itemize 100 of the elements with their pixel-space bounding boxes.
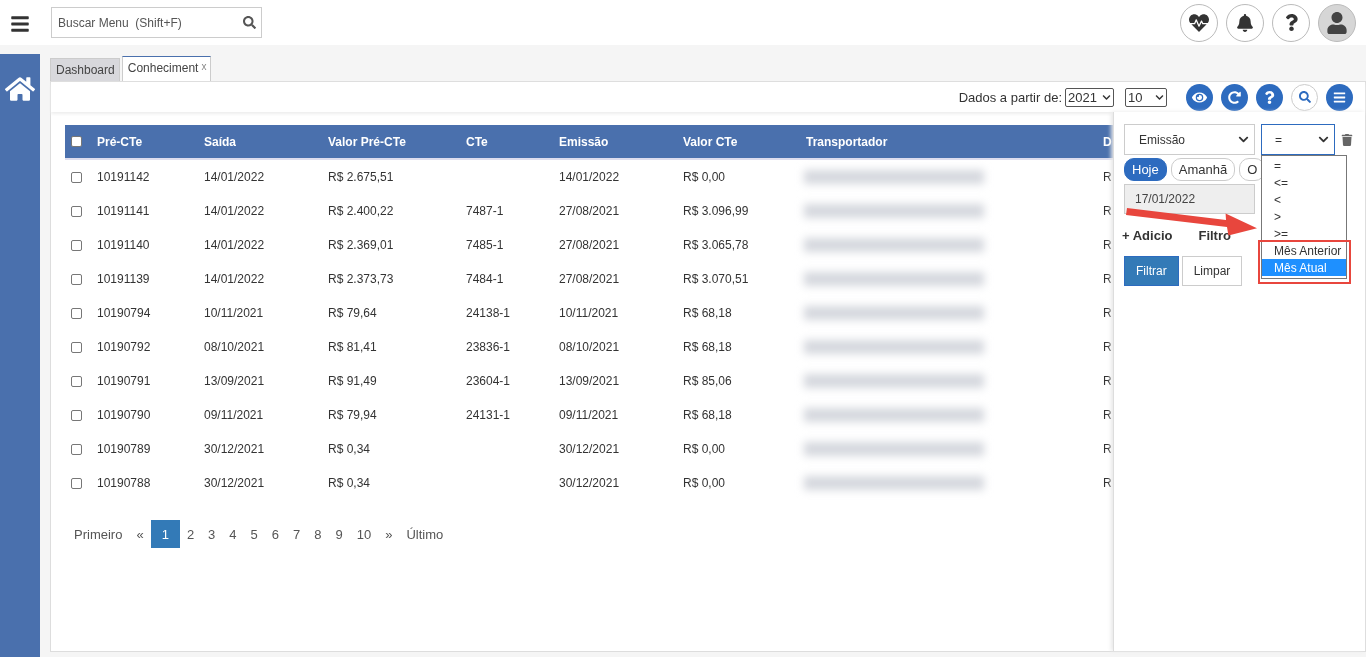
table-cell: R xyxy=(1103,272,1113,286)
table-cell-text: 13/09/2021 xyxy=(204,374,266,388)
row-checkbox[interactable] xyxy=(71,239,82,251)
table-cell-text: 10190792 xyxy=(97,340,152,354)
table-cell-text: 27/08/2021 xyxy=(559,272,621,286)
page-link[interactable]: 7 xyxy=(286,520,308,548)
chevron-down-icon xyxy=(1102,92,1111,102)
date-chip[interactable]: Amanhã xyxy=(1170,158,1236,181)
heartbeat-icon[interactable] xyxy=(1180,3,1218,42)
menu-icon[interactable] xyxy=(10,13,30,32)
home-icon[interactable] xyxy=(5,74,35,104)
row-checkbox[interactable] xyxy=(71,375,82,387)
clear-button[interactable]: Limpar xyxy=(1181,256,1243,286)
column-header: Saída xyxy=(204,134,237,149)
refresh-icon[interactable] xyxy=(1221,83,1248,111)
page-link[interactable]: 9 xyxy=(328,520,350,548)
row-checkbox[interactable] xyxy=(71,409,82,421)
chevron-down-icon xyxy=(1318,134,1329,145)
table-cell-text: R$ 2.400,22 xyxy=(328,204,395,218)
table-cell: R xyxy=(1103,374,1113,388)
table-cell-text: 14/01/2022 xyxy=(559,170,621,184)
table-cell-text: 09/11/2021 xyxy=(559,408,620,422)
table-cell-text: R$ 3.096,99 xyxy=(683,204,750,218)
table-cell: R xyxy=(1103,204,1113,218)
row-checkbox[interactable] xyxy=(71,477,82,489)
table-cell-text: R$ 0,00 xyxy=(683,476,727,490)
tab[interactable]: Dashboard xyxy=(50,58,120,81)
table-cell-text: 14/01/2022 xyxy=(204,170,266,184)
table-cell-text: 10/11/2021 xyxy=(559,306,620,320)
row-checkbox[interactable] xyxy=(71,273,82,285)
table-cell-text: 13/09/2021 xyxy=(559,374,621,388)
table-cell-text: 10190788 xyxy=(97,476,152,490)
table-cell-text: R$ 0,34 xyxy=(328,476,372,490)
page-link[interactable]: 1 xyxy=(150,520,180,548)
table-cell-text: 10190790 xyxy=(97,408,152,422)
table-cell-text: R$ 3.070,51 xyxy=(683,272,750,286)
table-cell-text: 10190794 xyxy=(97,306,152,320)
help-icon[interactable] xyxy=(1272,3,1310,42)
search-field[interactable]: Buscar Menu (Shift+F) xyxy=(51,7,262,38)
table-cell-text: R$ 0,00 xyxy=(683,170,727,184)
previous-page-link[interactable]: « xyxy=(129,520,151,548)
table-cell-text: 27/08/2021 xyxy=(559,238,621,252)
eye-icon[interactable] xyxy=(1186,83,1213,111)
avatar[interactable] xyxy=(1318,3,1356,42)
table-cell-text: 10190789 xyxy=(97,442,152,456)
page-link[interactable]: 2 xyxy=(179,520,202,548)
filter-button[interactable]: Filtrar xyxy=(1124,256,1179,286)
table-cell-text: 24131-1 xyxy=(466,408,512,422)
table-cell-text: R$ 85,06 xyxy=(683,374,733,388)
page-link[interactable]: 10 xyxy=(349,520,379,548)
column-header: Emissão xyxy=(559,134,610,149)
chevron-down-icon xyxy=(1238,134,1249,145)
next-page-link[interactable]: » xyxy=(378,520,400,548)
trash-icon[interactable] xyxy=(1341,133,1353,146)
row-checkbox[interactable] xyxy=(71,205,82,217)
table-cell-text: R$ 68,18 xyxy=(683,340,733,354)
operator-select[interactable]: = xyxy=(1261,124,1335,155)
date-chip[interactable]: Hoje xyxy=(1124,158,1167,181)
page-link[interactable]: 8 xyxy=(307,520,329,548)
add-filter-link[interactable]: + Adicio xyxy=(1122,228,1173,243)
page-link[interactable]: 6 xyxy=(264,520,287,548)
row-checkbox[interactable] xyxy=(71,171,82,183)
row-checkbox[interactable] xyxy=(71,341,82,353)
table-cell-text: 14/01/2022 xyxy=(204,204,266,218)
first-page-link[interactable]: Primeiro xyxy=(67,520,130,548)
table-cell-text: 10191140 xyxy=(97,238,151,252)
table-cell-text: 08/10/2021 xyxy=(204,340,266,354)
page-size-select[interactable]: 10 xyxy=(1125,87,1167,107)
table-cell-text: R$ 68,18 xyxy=(683,306,733,320)
table-cell-text: R$ 2.373,73 xyxy=(328,272,395,286)
page-link[interactable]: 4 xyxy=(222,520,244,548)
add-filter-link[interactable]: Filtro xyxy=(1198,228,1231,243)
table-cell-text: 09/11/2021 xyxy=(204,408,265,422)
table-cell-text: 08/10/2021 xyxy=(559,340,621,354)
table-cell: R xyxy=(1103,476,1113,490)
close-icon[interactable]: x xyxy=(201,61,207,72)
column-header: Pré-CTe xyxy=(97,134,144,149)
row-checkbox[interactable] xyxy=(71,307,82,319)
row-checkbox[interactable] xyxy=(71,443,82,455)
page-link[interactable]: 5 xyxy=(243,520,265,548)
table-cell-text: 10190791 xyxy=(97,374,152,388)
table-cell-text: R$ 91,49 xyxy=(328,374,378,388)
bell-icon[interactable] xyxy=(1226,3,1264,42)
search-icon[interactable] xyxy=(1291,83,1318,111)
page-link[interactable]: 3 xyxy=(201,520,223,548)
tab[interactable]: Conheciment x xyxy=(121,56,212,81)
search-icon xyxy=(243,16,256,29)
last-page-link[interactable]: Último xyxy=(399,520,451,548)
table-cell-text: 7485-1 xyxy=(466,238,505,252)
column-header: Transportador xyxy=(806,134,889,149)
table-cell: R xyxy=(1103,442,1113,456)
column-header: Valor Pré-CTe xyxy=(328,134,407,149)
table-cell-text: 24138-1 xyxy=(466,306,512,320)
date-field[interactable]: 17/01/2022 xyxy=(1124,184,1255,214)
table-cell-text: 23604-1 xyxy=(466,374,512,388)
select-all-checkbox[interactable] xyxy=(71,136,82,147)
field-select[interactable]: Emissão xyxy=(1124,124,1255,155)
table-cell-text: R$ 2.369,01 xyxy=(328,238,395,252)
year-select[interactable]: 2021 xyxy=(1065,87,1114,107)
table-cell: R xyxy=(1103,238,1113,252)
